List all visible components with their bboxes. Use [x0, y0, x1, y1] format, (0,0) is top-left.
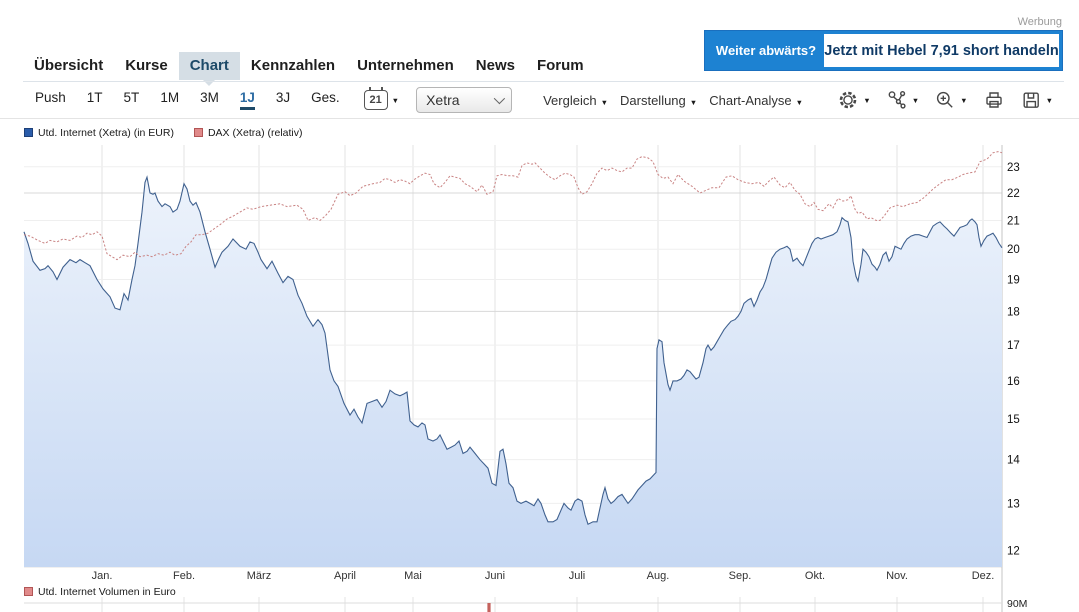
print-button[interactable] — [983, 89, 1005, 111]
svg-text:20: 20 — [1007, 244, 1020, 256]
svg-text:15: 15 — [1007, 414, 1020, 426]
legend-item-dax: DAX (Xetra) (relativ) — [194, 127, 303, 139]
gear-icon — [837, 89, 859, 111]
date-range-picker[interactable]: 21 ▼ — [364, 90, 399, 110]
save-button[interactable]: ▼ — [1020, 89, 1053, 111]
tab-kennzahlen[interactable]: Kennzahlen — [240, 52, 346, 80]
svg-text:Jan.: Jan. — [92, 570, 113, 582]
volume-series-swatch — [24, 587, 33, 596]
tab-unternehmen[interactable]: Unternehmen — [346, 52, 465, 80]
red-series-swatch — [194, 128, 203, 137]
svg-text:Dez.: Dez. — [972, 570, 995, 582]
svg-text:17: 17 — [1007, 340, 1020, 352]
ad-banner-cta[interactable]: Jetzt mit Hebel 7,91 short handeln — [824, 34, 1059, 67]
svg-text:14: 14 — [1007, 455, 1020, 467]
chevron-down-icon: ▼ — [690, 98, 697, 107]
svg-text:12: 12 — [1007, 546, 1020, 558]
ad-banner-question: Weiter abwärts? — [708, 34, 824, 67]
tab-kurse[interactable]: Kurse — [114, 52, 179, 80]
volume-legend: Utd. Internet Volumen in Euro — [24, 586, 176, 598]
svg-text:Feb.: Feb. — [173, 570, 195, 582]
volume-bar — [487, 603, 490, 612]
period-button-3m[interactable]: 3M — [200, 90, 219, 110]
tab-chart[interactable]: Chart — [179, 52, 240, 80]
main-nav-tabs: ÜbersichtKurseChartKennzahlenUnternehmen… — [23, 52, 595, 80]
legend-item-price: Utd. Internet (Xetra) (in EUR) — [24, 127, 174, 139]
period-button-5t[interactable]: 5T — [124, 90, 140, 110]
print-icon — [983, 89, 1005, 111]
menu-vergleich[interactable]: Vergleich▼ — [543, 93, 608, 108]
save-icon — [1020, 89, 1042, 111]
tab-forum[interactable]: Forum — [526, 52, 595, 80]
chart-page: Werbung Weiter abwärts? Jetzt mit Hebel … — [0, 0, 1079, 612]
svg-text:April: April — [334, 570, 356, 582]
price-area-series — [24, 177, 1002, 567]
chevron-down-icon: ▼ — [796, 98, 803, 107]
svg-text:Okt.: Okt. — [805, 570, 825, 582]
svg-text:19: 19 — [1007, 275, 1020, 287]
indicators-nodes-icon — [886, 89, 908, 111]
chevron-down-icon: ▼ — [912, 96, 919, 105]
chevron-down-icon: ▼ — [960, 96, 967, 105]
svg-text:Sep.: Sep. — [729, 570, 752, 582]
svg-text:Juli: Juli — [569, 570, 586, 582]
calendar-icon[interactable]: 21 — [364, 90, 388, 110]
svg-text:13: 13 — [1007, 498, 1020, 510]
chevron-down-icon: ▼ — [1046, 96, 1053, 105]
svg-text:22: 22 — [1007, 188, 1020, 200]
svg-text:Mai: Mai — [404, 570, 422, 582]
exchange-select-value: Xetra — [426, 92, 459, 108]
svg-text:21: 21 — [1007, 215, 1020, 227]
period-button-1t[interactable]: 1T — [87, 90, 103, 110]
menu-chart-analyse[interactable]: Chart-Analyse▼ — [709, 93, 803, 108]
menu-darstellung[interactable]: Darstellung▼ — [620, 93, 697, 108]
x-axis-labels: Jan. Feb. März April Mai Juni Juli Aug. Sep. Okt.… — [92, 570, 995, 582]
svg-text:23: 23 — [1007, 162, 1020, 174]
chart-toolbar: Push 1T 5T 1M 3M 1J 3J Ges. 21 ▼ Xetra Vergleic… — [0, 82, 1079, 119]
svg-text:Juni: Juni — [485, 570, 505, 582]
chart-legend: Utd. Internet (Xetra) (in EUR) DAX (Xetr… — [24, 127, 302, 139]
svg-text:März: März — [247, 570, 271, 582]
price-chart[interactable]: 23 22 21 20 19 18 17 16 15 14 13 12 Jan. Feb. März Apri… — [0, 145, 1079, 612]
tab-übersicht[interactable]: Übersicht — [23, 52, 114, 80]
svg-text:Nov.: Nov. — [886, 570, 908, 582]
blue-series-swatch — [24, 128, 33, 137]
indicators-button[interactable]: ▼ — [886, 89, 919, 111]
period-button-3j[interactable]: 3J — [276, 90, 290, 110]
tab-news[interactable]: News — [465, 52, 526, 80]
period-button-push[interactable]: Push — [35, 90, 66, 110]
chevron-down-icon: ▼ — [601, 98, 608, 107]
volume-axis-label: 90M — [1007, 598, 1027, 610]
chart-menus: Vergleich▼ Darstellung▼ Chart-Analyse▼ — [543, 93, 803, 108]
ad-banner[interactable]: Weiter abwärts? Jetzt mit Hebel 7,91 sho… — [704, 30, 1063, 71]
period-button-1j[interactable]: 1J — [240, 90, 255, 110]
chevron-down-icon — [494, 93, 505, 104]
period-button-ges-[interactable]: Ges. — [311, 90, 340, 110]
volume-pane: 90M60M — [24, 598, 1027, 612]
chevron-down-icon: ▼ — [863, 96, 870, 105]
period-buttons: Push 1T 5T 1M 3M 1J 3J Ges. — [35, 90, 340, 110]
period-button-1m[interactable]: 1M — [160, 90, 179, 110]
zoom-button[interactable]: ▼ — [934, 89, 967, 111]
y-axis-labels: 23 22 21 20 19 18 17 16 15 14 13 12 — [1007, 162, 1020, 558]
svg-text:16: 16 — [1007, 376, 1020, 388]
chevron-down-icon: ▼ — [392, 96, 399, 105]
exchange-select[interactable]: Xetra — [416, 87, 512, 113]
settings-gear-button[interactable]: ▼ — [837, 89, 870, 111]
svg-text:Aug.: Aug. — [647, 570, 670, 582]
svg-text:18: 18 — [1007, 306, 1020, 318]
chart-tool-icons: ▼ ▼ ▼ — [837, 89, 1053, 111]
zoom-in-icon — [934, 89, 956, 111]
advertising-label: Werbung — [1018, 16, 1062, 28]
